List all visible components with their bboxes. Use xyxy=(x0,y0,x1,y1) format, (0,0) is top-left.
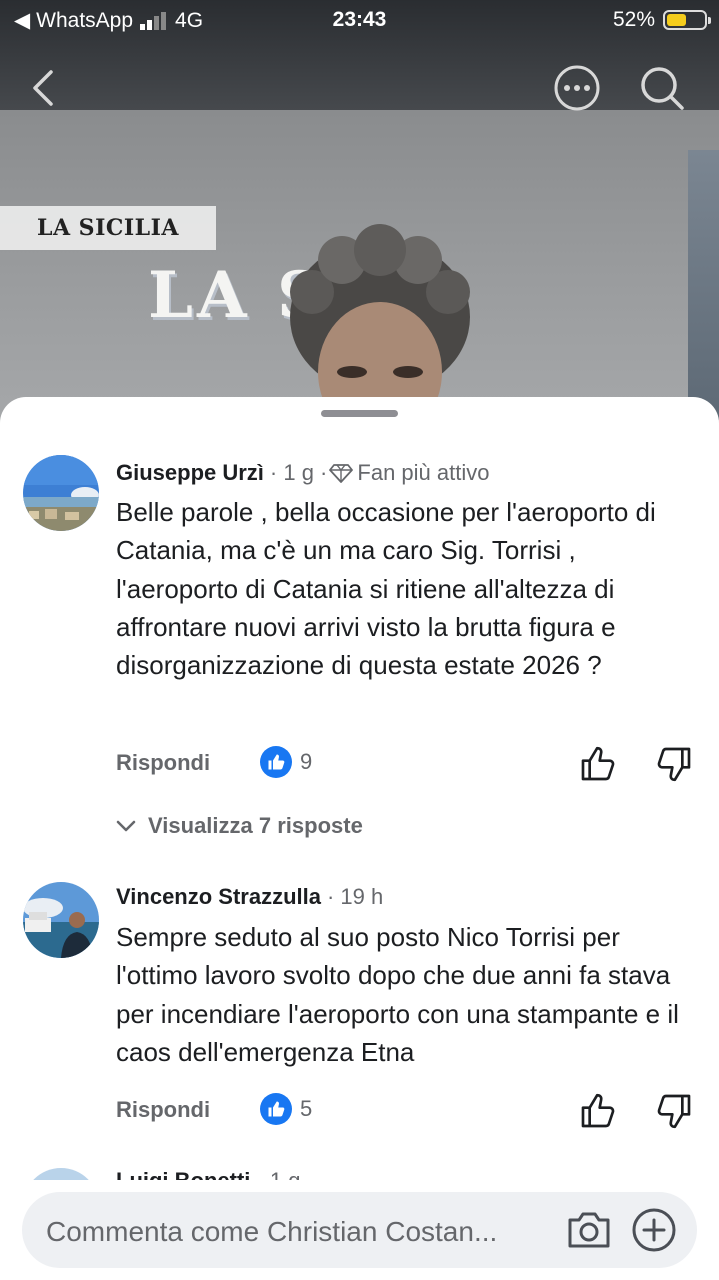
battery-percent: 52% xyxy=(612,8,655,31)
thumb-down-button[interactable] xyxy=(654,744,694,784)
diamond-icon xyxy=(329,464,354,483)
sheet-grabber[interactable] xyxy=(321,410,398,417)
thumb-up-icon xyxy=(581,1093,615,1128)
view-replies-button[interactable]: Visualizza 7 risposte xyxy=(116,813,363,839)
comment-composer: Commenta come Christian Costan... xyxy=(0,1180,719,1280)
comment-input[interactable]: Commenta come Christian Costan... xyxy=(22,1192,697,1268)
comment-text: Sempre seduto al suo posto Nico Torrisi … xyxy=(116,922,679,1067)
avatar[interactable] xyxy=(23,455,99,531)
thumb-up-icon xyxy=(581,746,615,781)
like-count-value: 5 xyxy=(300,1096,313,1121)
avatar-image-person xyxy=(23,882,99,958)
news-brand-tag: LA SICILIA xyxy=(0,206,216,250)
thumb-down-icon xyxy=(657,747,691,782)
more-icon xyxy=(554,65,600,111)
comment-text: Belle parole , bella occasione per l'aer… xyxy=(116,497,656,681)
camera-icon xyxy=(568,1212,610,1248)
video-side-panel xyxy=(688,150,719,420)
thumb-up-button[interactable] xyxy=(578,1091,618,1131)
status-right: 52% xyxy=(612,8,711,32)
comment-meta: · 19 h xyxy=(326,884,384,909)
view-replies-label: Visualizza 7 risposte xyxy=(148,813,363,838)
comments-sheet: Giuseppe Urzì · 1 g · Fan più attivo Bel… xyxy=(0,397,719,1280)
like-badge-icon xyxy=(260,746,292,778)
video-player[interactable]: LA S A LA SICILIA xyxy=(0,0,719,430)
plus-circle-icon xyxy=(632,1208,676,1252)
camera-button[interactable] xyxy=(566,1208,612,1252)
comment-input-placeholder: Commenta come Christian Costan... xyxy=(46,1216,498,1247)
reply-button[interactable]: Rispondi xyxy=(116,750,210,776)
chevron-down-icon xyxy=(116,820,136,832)
comment-header: Vincenzo Strazzulla · 19 h xyxy=(116,884,383,910)
back-button[interactable] xyxy=(20,64,68,112)
comment-actions: Rispondi 5 xyxy=(116,1091,706,1131)
like-count-value: 9 xyxy=(300,749,313,774)
thumb-down-icon xyxy=(657,1094,691,1129)
search-button[interactable] xyxy=(638,64,686,112)
fan-badge: Fan più attivo xyxy=(357,460,490,485)
like-count[interactable]: 5 xyxy=(260,1093,312,1125)
like-count[interactable]: 9 xyxy=(260,746,312,778)
comment-header: Giuseppe Urzì · 1 g · Fan più attivo xyxy=(116,460,489,486)
avatar-image-coast xyxy=(23,455,99,531)
comment-author[interactable]: Giuseppe Urzì xyxy=(116,460,264,486)
status-time: 23:43 xyxy=(332,8,387,31)
avatar[interactable] xyxy=(23,882,99,958)
like-badge-icon xyxy=(260,1093,292,1125)
search-icon xyxy=(641,67,684,110)
thumb-down-button[interactable] xyxy=(654,1091,694,1131)
add-attachment-button[interactable] xyxy=(630,1206,678,1254)
chevron-left-icon xyxy=(33,70,53,106)
thumb-up-button[interactable] xyxy=(578,744,618,784)
reply-button[interactable]: Rispondi xyxy=(116,1097,210,1123)
comment-meta: · 1 g · xyxy=(269,460,328,485)
speaker-figure xyxy=(290,224,470,422)
status-bar: ◀ WhatsApp 4G 23:43 52% xyxy=(0,0,719,40)
comment-actions: Rispondi 9 xyxy=(116,744,706,784)
more-options-button[interactable] xyxy=(553,64,601,112)
comment-author[interactable]: Vincenzo Strazzulla xyxy=(116,884,321,910)
battery-icon xyxy=(663,10,711,30)
